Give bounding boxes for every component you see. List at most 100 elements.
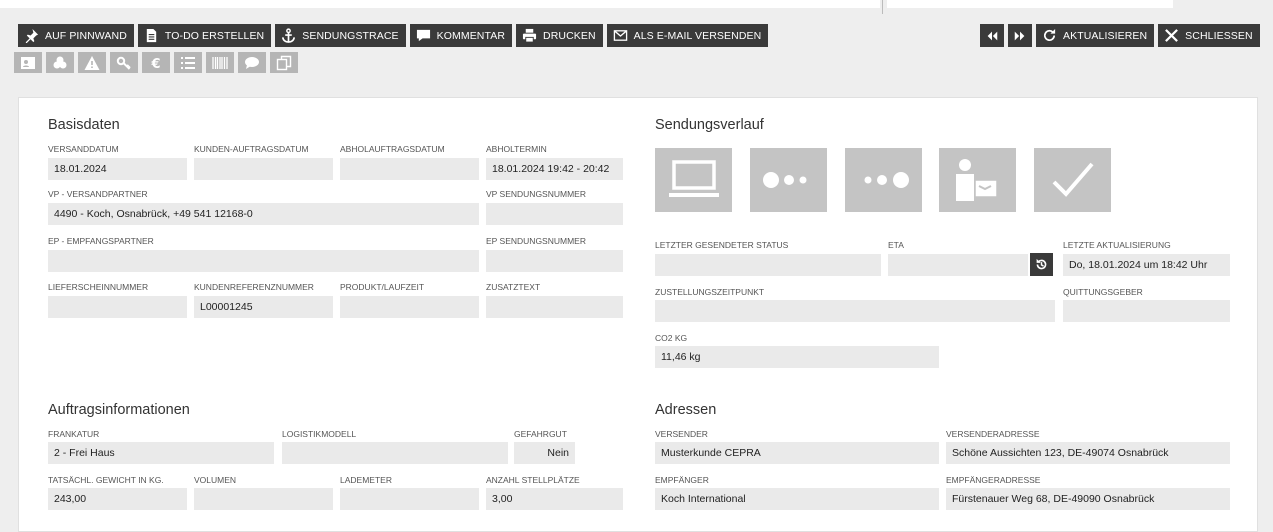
eta-label: ETA xyxy=(888,240,904,250)
lieferschein-label: LIEFERSCHEINNUMMER xyxy=(48,282,149,292)
empfaengeradresse-field: Fürstenauer Weg 68, DE-49090 Osnabrück xyxy=(946,488,1230,510)
comment-button[interactable]: KOMMENTAR xyxy=(409,24,513,47)
close-button[interactable]: SCHLIESSEN xyxy=(1158,24,1260,47)
comment-label: KOMMENTAR xyxy=(436,29,506,42)
pin-button[interactable]: AUF PINNWAND xyxy=(18,24,134,47)
todo-label: TO-DO ERSTELLEN xyxy=(164,29,265,42)
history-icon xyxy=(1036,258,1047,270)
gewicht-field: 243,00 xyxy=(48,488,187,510)
list-button[interactable] xyxy=(174,52,202,73)
pin-icon xyxy=(25,28,39,43)
refresh-button[interactable]: AKTUALISIEREN xyxy=(1036,24,1155,47)
versenderadresse-field: Schöne Aussichten 123, DE-49074 Osnabrüc… xyxy=(946,442,1230,464)
key-icon xyxy=(116,56,131,70)
lademeter-label: LADEMETER xyxy=(340,475,392,485)
versanddatum-field: 18.01.2024 xyxy=(48,158,187,180)
ep-field xyxy=(48,250,479,272)
svg-text:€: € xyxy=(150,57,160,71)
empfaenger-label: EMPFÄNGER xyxy=(655,475,709,485)
print-button[interactable]: DRUCKEN xyxy=(516,24,603,47)
lademeter-field xyxy=(340,488,479,510)
kundenref-field: L00001245 xyxy=(194,296,333,318)
previous-button[interactable] xyxy=(980,24,1004,47)
vp-label: VP - VERSANDPARTNER xyxy=(48,189,148,199)
zusatztext-label: ZUSATZTEXT xyxy=(486,282,541,292)
close-label: SCHLIESSEN xyxy=(1185,29,1253,42)
speech-bubble-icon xyxy=(245,56,259,69)
packages-icon xyxy=(53,56,67,68)
email-button[interactable]: ALS E-MAIL VERSENDEN xyxy=(606,24,769,47)
sendungsverlauf-heading: Sendungsverlauf xyxy=(655,117,764,133)
update-label: LETZTE AKTUALISIERUNG xyxy=(1063,240,1171,250)
status-tile-delivered xyxy=(1034,148,1111,212)
key-button[interactable] xyxy=(110,52,138,73)
co2-field: 11,46 kg xyxy=(655,346,939,368)
euro-button[interactable]: € xyxy=(142,52,170,73)
computer-icon xyxy=(668,160,719,197)
co2-label: CO2 KG xyxy=(655,333,688,343)
copy-button[interactable] xyxy=(270,52,298,73)
zusatztext-field xyxy=(486,296,623,318)
printer-icon xyxy=(522,28,537,43)
email-label: ALS E-MAIL VERSENDEN xyxy=(633,29,762,42)
volumen-label: VOLUMEN xyxy=(194,475,237,485)
update-field: Do, 18.01.2024 um 18:42 Uhr xyxy=(1063,254,1230,276)
secondary-toolbar: € xyxy=(14,52,298,73)
nav-toolbar: AKTUALISIEREN SCHLIESSEN xyxy=(980,24,1260,47)
gefahrgut-label: GEFAHRGUT xyxy=(514,429,567,439)
logistik-label: LOGISTIKMODELL xyxy=(282,429,357,439)
vp-field: 4490 - Koch, Osnabrück, +49 541 12168-0 xyxy=(48,203,479,225)
pin-label: AUF PINNWAND xyxy=(45,29,127,42)
ep-number-label: EP SENDUNGSNUMMER xyxy=(486,236,586,246)
status-field xyxy=(655,254,881,276)
document-icon xyxy=(146,28,157,43)
ep-label: EP - EMPFANGSPARTNER xyxy=(48,236,154,246)
basisdaten-heading: Basisdaten xyxy=(48,117,120,133)
abholauftragsdatum-label: ABHOLAUFTRAGSDATUM xyxy=(340,144,445,154)
top-strip xyxy=(0,0,1273,14)
euro-icon: € xyxy=(150,57,160,71)
gewicht-label: TATSÄCHL. GEWICHT IN KG. xyxy=(48,475,164,485)
auftrag-heading: Auftragsinformationen xyxy=(48,402,190,418)
abholtermin-label: ABHOLTERMIN xyxy=(486,144,547,154)
status-label: LETZTER GESENDETER STATUS xyxy=(655,240,789,250)
stellplaetze-label: ANZAHL STELLPLÄTZE xyxy=(486,475,580,485)
vp-number-field xyxy=(486,203,623,225)
packages-button[interactable] xyxy=(46,52,74,73)
abholauftragsdatum-field xyxy=(340,158,479,180)
envelope-icon xyxy=(613,30,627,41)
refresh-label: AKTUALISIEREN xyxy=(1063,29,1148,42)
close-icon xyxy=(1165,29,1179,42)
zustellung-field xyxy=(655,300,1055,322)
versender-field: Musterkunde CEPRA xyxy=(655,442,939,464)
empfaengeradresse-label: EMPFÄNGERADRESSE xyxy=(946,475,1041,485)
abholtermin-field: 18.01.2024 19:42 - 20:42 xyxy=(486,158,623,180)
produkt-field xyxy=(340,296,479,318)
kundenauftragsdatum-label: KUNDEN-AUFTRAGSDATUM xyxy=(194,144,309,154)
checkmark-icon xyxy=(1052,162,1094,197)
warning-button[interactable] xyxy=(78,52,106,73)
kundenref-label: KUNDENREFERENZNUMMER xyxy=(194,282,314,292)
frankatur-field: 2 - Frei Haus xyxy=(48,442,274,464)
warning-icon xyxy=(84,55,100,70)
kundenauftragsdatum-field xyxy=(194,158,333,180)
vp-number-label: VP SENDUNGSNUMMER xyxy=(486,189,586,199)
double-right-icon xyxy=(1014,31,1025,40)
frankatur-label: FRANKATUR xyxy=(48,429,100,439)
double-left-icon xyxy=(987,31,998,40)
contact-card-icon xyxy=(21,56,35,69)
barcode-icon xyxy=(212,56,228,69)
volumen-field xyxy=(194,488,333,510)
chat-button[interactable] xyxy=(238,52,266,73)
contact-card-button[interactable] xyxy=(14,52,42,73)
adressen-heading: Adressen xyxy=(655,402,717,418)
produkt-label: PRODUKT/LAUFZEIT xyxy=(340,282,425,292)
main-toolbar: AUF PINNWAND TO-DO ERSTELLEN SENDUNGSTRA… xyxy=(18,24,769,47)
trace-button[interactable]: SENDUNGSTRACE xyxy=(275,24,406,47)
next-button[interactable] xyxy=(1008,24,1032,47)
versenderadresse-label: VERSENDERADRESSE xyxy=(946,429,1040,439)
todo-button[interactable]: TO-DO ERSTELLEN xyxy=(137,24,272,47)
status-tile-in-transit xyxy=(845,148,922,212)
barcode-button[interactable] xyxy=(206,52,234,73)
history-button[interactable] xyxy=(1030,253,1053,276)
